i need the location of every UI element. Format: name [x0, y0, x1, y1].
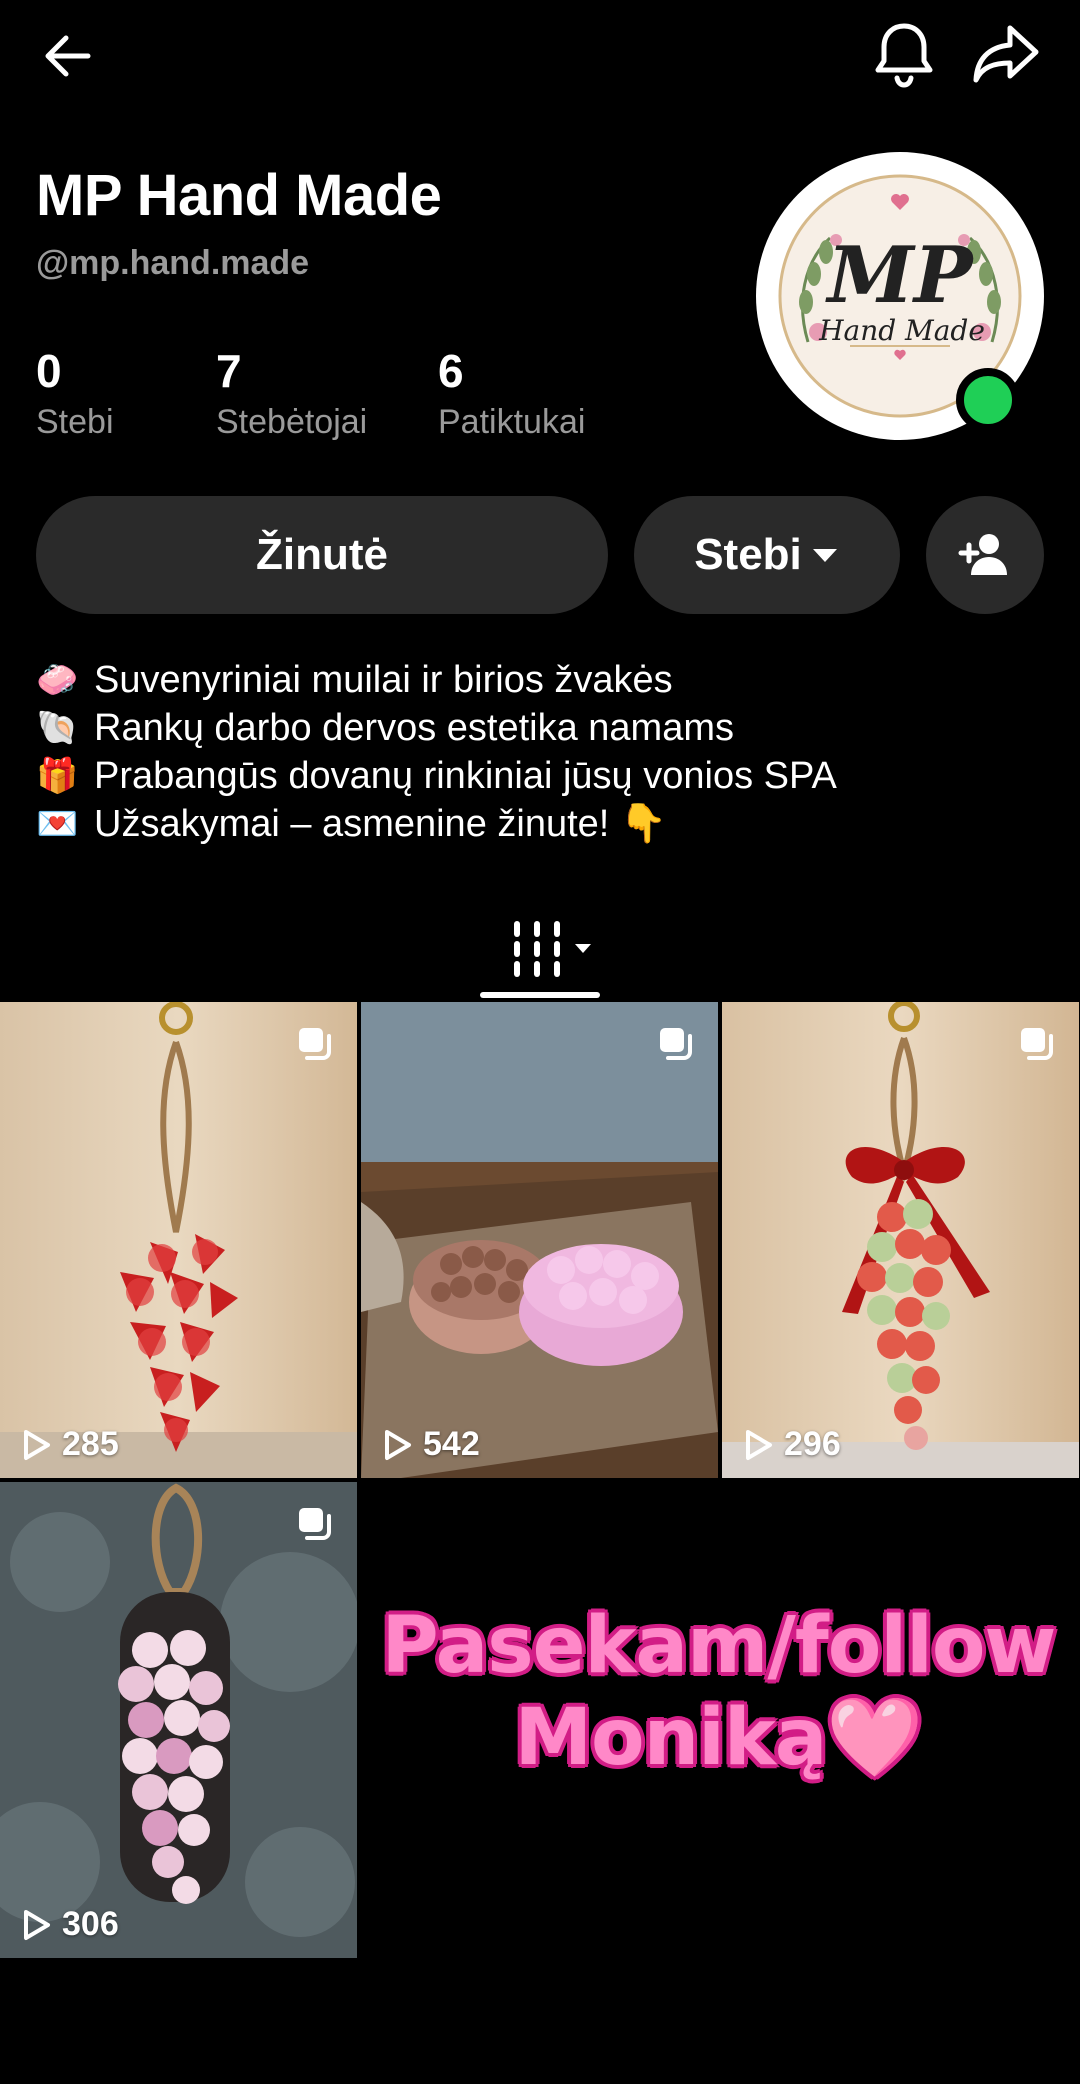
- stat-followers-label: Stebėtojai: [216, 403, 368, 441]
- bio-line: 🎁 Prabangūs dovanų rinkiniai jūsų vonios…: [36, 752, 837, 800]
- following-dropdown-button[interactable]: Stebi: [634, 496, 900, 614]
- message-button-label: Žinutė: [256, 530, 388, 579]
- svg-text:Hand Made: Hand Made: [818, 314, 985, 347]
- play-icon: [24, 1909, 50, 1940]
- profile-handle: @mp.hand.made: [36, 244, 310, 282]
- bio-line-text: Prabangūs dovanų rinkiniai jūsų vonios S…: [94, 755, 837, 797]
- notifications-button[interactable]: [862, 12, 946, 96]
- stat-likes-value: 6: [438, 345, 464, 397]
- stat-followers-value: 7: [216, 345, 242, 397]
- view-count: 285: [18, 1425, 119, 1464]
- massage-soap-image: [361, 1002, 718, 1478]
- add-friend-button[interactable]: [926, 496, 1044, 614]
- stat-likes-label: Patiktukai: [438, 403, 586, 441]
- content-tab-bar: [0, 880, 1080, 1000]
- view-count-value: 306: [62, 1905, 119, 1943]
- profile-bio: 🧼 Suvenyriniai muilai ir birios žvakės 🐚…: [36, 656, 837, 848]
- bio-line: 🧼 Suvenyriniai muilai ir birios žvakės: [36, 656, 837, 704]
- multi-photo-icon: [660, 1028, 692, 1060]
- bio-line-text: Rankų darbo dervos estetika namams: [94, 707, 734, 749]
- view-count: 306: [18, 1905, 119, 1944]
- add-user-icon: [958, 534, 1007, 575]
- bio-line-text: Suvenyriniai muilai ir birios žvakės: [94, 659, 673, 701]
- bio-line: 💌 Užsakymai – asmenine žinute! 👇: [36, 800, 837, 848]
- view-count-value: 285: [62, 1425, 119, 1463]
- follow-caption-line1: Pasekam/follow: [381, 1601, 1057, 1691]
- stat-following-label: Stebi: [36, 403, 114, 441]
- profile-name: MP Hand Made: [36, 163, 442, 228]
- pink-grape-soap-image: [0, 1482, 357, 1958]
- arrow-left-icon: [45, 35, 91, 77]
- follow-caption-overlay: Pasekam/follow Moniką🩷: [357, 1600, 1080, 1784]
- play-icon: [746, 1429, 772, 1460]
- view-count-value: 296: [784, 1425, 841, 1463]
- stat-followers[interactable]: 7 Stebėtojai: [216, 344, 367, 444]
- online-status-dot: [956, 368, 1020, 432]
- stat-likes[interactable]: 6 Patiktukai: [438, 344, 585, 444]
- tab-indicator: [480, 992, 600, 998]
- bio-line-text: Užsakymai – asmenine žinute! 👇: [94, 803, 668, 845]
- stat-following[interactable]: 0 Stebi: [36, 344, 114, 444]
- video-thumbnail[interactable]: 542: [361, 1002, 718, 1478]
- view-count: 296: [740, 1425, 841, 1464]
- love-letter-emoji: 💌: [36, 804, 79, 844]
- grid-icon: [514, 921, 591, 977]
- stat-following-value: 0: [36, 345, 62, 397]
- share-button[interactable]: [964, 12, 1048, 96]
- play-icon: [24, 1429, 50, 1460]
- share-icon: [973, 25, 1039, 83]
- multi-photo-icon: [299, 1028, 331, 1060]
- view-count: 542: [379, 1425, 480, 1464]
- back-button[interactable]: [28, 16, 108, 96]
- multi-photo-icon: [1021, 1028, 1053, 1060]
- gift-emoji: 🎁: [36, 756, 79, 796]
- video-thumbnail[interactable]: 296: [722, 1002, 1079, 1478]
- video-thumbnail[interactable]: 285: [0, 1002, 357, 1478]
- tab-videos[interactable]: [500, 910, 600, 986]
- grape-soap-image: [722, 1002, 1079, 1478]
- svg-text:MP: MP: [825, 230, 975, 321]
- bio-line: 🐚 Rankų darbo dervos estetika namams: [36, 704, 837, 752]
- multi-photo-icon: [299, 1508, 331, 1540]
- shell-emoji: 🐚: [36, 708, 79, 748]
- bell-icon: [875, 23, 933, 88]
- video-thumbnail[interactable]: 306: [0, 1482, 357, 1958]
- following-button-label: Stebi: [694, 530, 802, 579]
- strawberry-soap-image: [0, 1002, 357, 1478]
- follow-caption-line2: Moniką🩷: [514, 1693, 923, 1783]
- view-count-value: 542: [423, 1425, 480, 1463]
- message-button[interactable]: Žinutė: [36, 496, 608, 614]
- play-icon: [385, 1429, 411, 1460]
- caret-down-icon: [812, 549, 837, 562]
- soap-emoji: 🧼: [36, 660, 79, 700]
